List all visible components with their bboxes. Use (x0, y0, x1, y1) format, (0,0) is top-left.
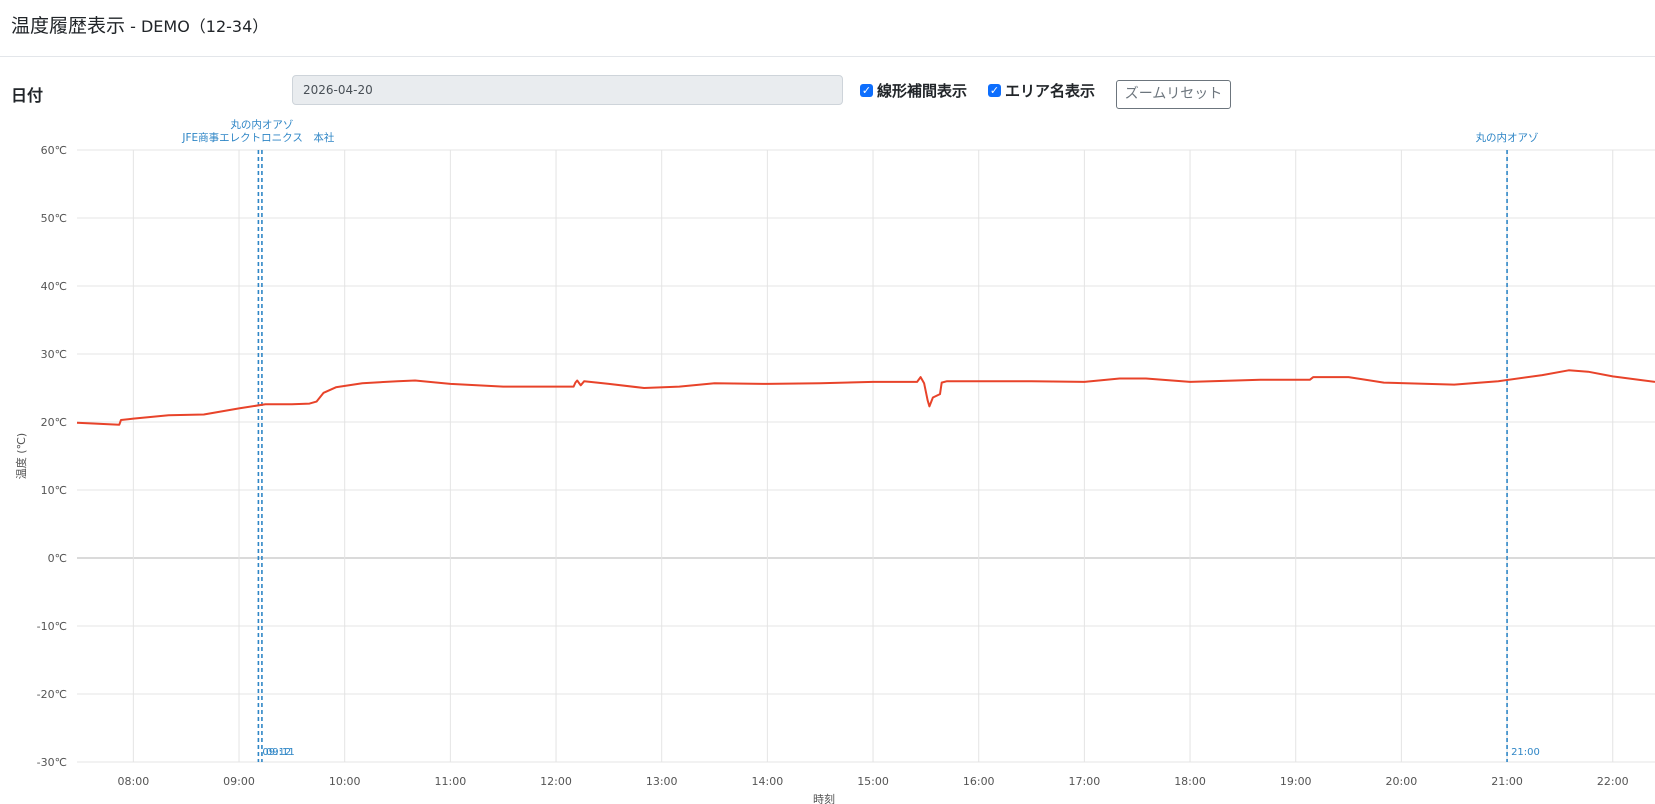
x-tick-label: 14:00 (752, 775, 784, 788)
x-tick-label: 12:00 (540, 775, 572, 788)
date-field[interactable] (292, 75, 843, 105)
temperature-chart[interactable]: -30℃ -20℃ -10℃ 0℃ 10℃ 20℃ 30℃ 40℃ 50℃ 60℃ 08:00 09:… (0, 115, 1655, 804)
x-tick-label: 10:00 (329, 775, 361, 788)
x-tick-label: 17:00 (1069, 775, 1101, 788)
event-time-label: 09:11 (266, 747, 295, 758)
page-title: 温度履歴表示 - DEMO（12-34） (11, 14, 268, 39)
temperature-series-line (76, 369, 1655, 426)
x-tick-label: 20:00 (1386, 775, 1418, 788)
y-tick-label: 50℃ (41, 212, 67, 225)
y-tick-label: 0℃ (48, 552, 67, 565)
y-tick-label: 60℃ (41, 144, 67, 157)
x-tick-label: 15:00 (857, 775, 889, 788)
y-tick-label: 30℃ (41, 348, 67, 361)
zoom-reset-button[interactable]: ズームリセット (1116, 80, 1231, 109)
linear-interpolation-checkbox[interactable]: ✓ (860, 84, 873, 97)
x-tick-label: 09:00 (223, 775, 255, 788)
y-tick-label: -30℃ (37, 756, 67, 769)
x-tick-label: 08:00 (118, 775, 150, 788)
y-axis-title: 温度 (℃) (14, 433, 28, 479)
date-label: 日付 (11, 86, 44, 105)
linear-interpolation-toggle[interactable]: ✓ 線形補間表示 (860, 80, 967, 101)
y-tick-label: 20℃ (41, 416, 67, 429)
x-tick-label: 11:00 (435, 775, 467, 788)
toolbar: 日付 ✓ 線形補間表示 ✓ エリア名表示 ズームリセット (0, 72, 1655, 112)
page-title-device: - DEMO（12-34） (125, 17, 269, 36)
page-header: 温度履歴表示 - DEMO（12-34） (0, 0, 1655, 57)
x-axis-title: 時刻 (813, 792, 835, 804)
x-tick-label: 19:00 (1280, 775, 1312, 788)
event-time-label: 21:00 (1511, 747, 1540, 758)
linear-interpolation-label: 線形補間表示 (877, 82, 968, 100)
event-area-label: 丸の内オアゾ (1476, 131, 1539, 144)
event-area-label: JFE商事エレクトロニクス 本社 (181, 131, 334, 144)
area-name-label: エリア名表示 (1005, 82, 1096, 100)
y-tick-label: -10℃ (37, 620, 67, 633)
x-tick-label: 21:00 (1491, 775, 1523, 788)
y-tick-label: 40℃ (41, 280, 67, 293)
x-tick-label: 18:00 (1174, 775, 1206, 788)
x-tick-label: 22:00 (1597, 775, 1629, 788)
y-tick-label: 10℃ (41, 484, 67, 497)
page-title-main: 温度履歴表示 (11, 15, 126, 37)
x-tick-label: 16:00 (963, 775, 995, 788)
area-name-checkbox[interactable]: ✓ (988, 84, 1001, 97)
event-area-label: 丸の内オアゾ (230, 118, 293, 131)
area-name-toggle[interactable]: ✓ エリア名表示 (988, 80, 1095, 101)
y-tick-label: -20℃ (37, 688, 67, 701)
x-tick-label: 13:00 (646, 775, 678, 788)
